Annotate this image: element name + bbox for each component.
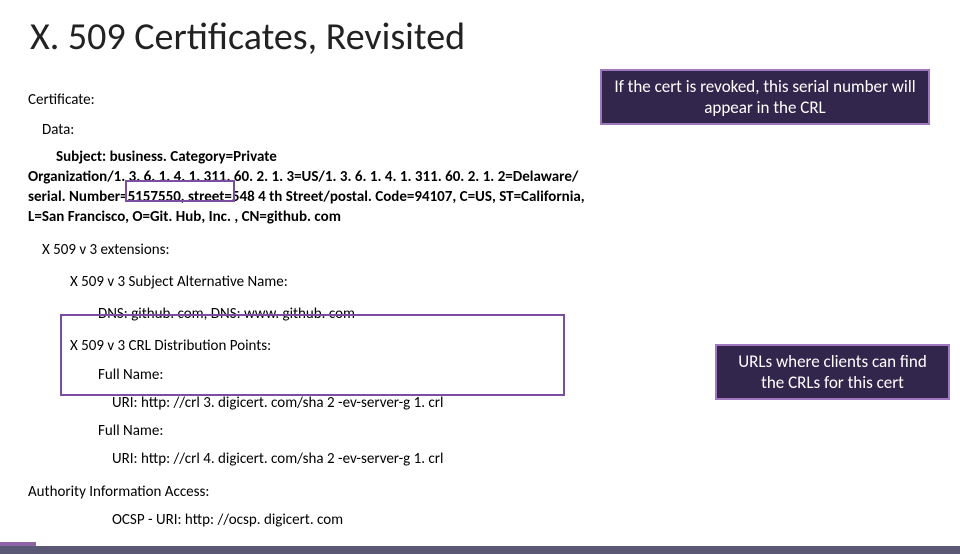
callout-crl-urls-text: URLs where clients can find the CRLs for…	[729, 351, 936, 394]
san-label: X 509 v 3 Subject Alternative Name:	[70, 272, 960, 292]
fullname2-label: Full Name:	[98, 421, 960, 441]
extensions-label: X 509 v 3 extensions:	[42, 240, 960, 260]
aia-label: Authority Information Access:	[28, 482, 960, 502]
slide-body: Certificate: Data: Subject: business. Ca…	[0, 90, 960, 530]
slide-title: X. 509 Certificates, Revisited	[30, 14, 960, 60]
callout-serial-crl: If the cert is revoked, this serial numb…	[600, 69, 930, 125]
san-value: DNS: github. com, DNS: www. github. com	[98, 304, 960, 324]
crl-uri2: URI: http: //crl 4. digicert. com/sha 2 …	[112, 449, 960, 469]
footer-bar	[0, 546, 960, 554]
subject-line-rest: Organization/1. 3. 6. 1. 4. 1. 311. 60. …	[28, 167, 588, 228]
callout-crl-urls: URLs where clients can find the CRLs for…	[715, 344, 950, 400]
ocsp-value: OCSP - URI: http: //ocsp. digicert. com	[112, 510, 960, 530]
callout-serial-crl-text: If the cert is revoked, this serial numb…	[614, 76, 916, 119]
subject-line1: Subject: business. Category=Private	[56, 147, 960, 167]
